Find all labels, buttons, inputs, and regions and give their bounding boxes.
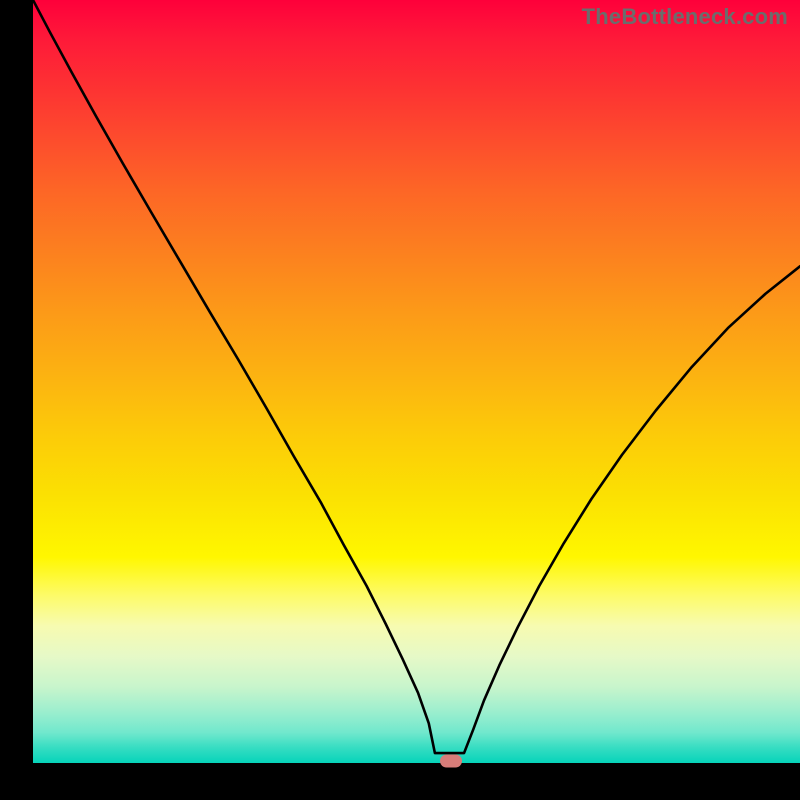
chart-frame: TheBottleneck.com: [0, 0, 800, 800]
plot-gradient-background: [33, 0, 800, 763]
watermark-text: TheBottleneck.com: [582, 4, 788, 30]
optimal-point-marker: [440, 755, 462, 768]
